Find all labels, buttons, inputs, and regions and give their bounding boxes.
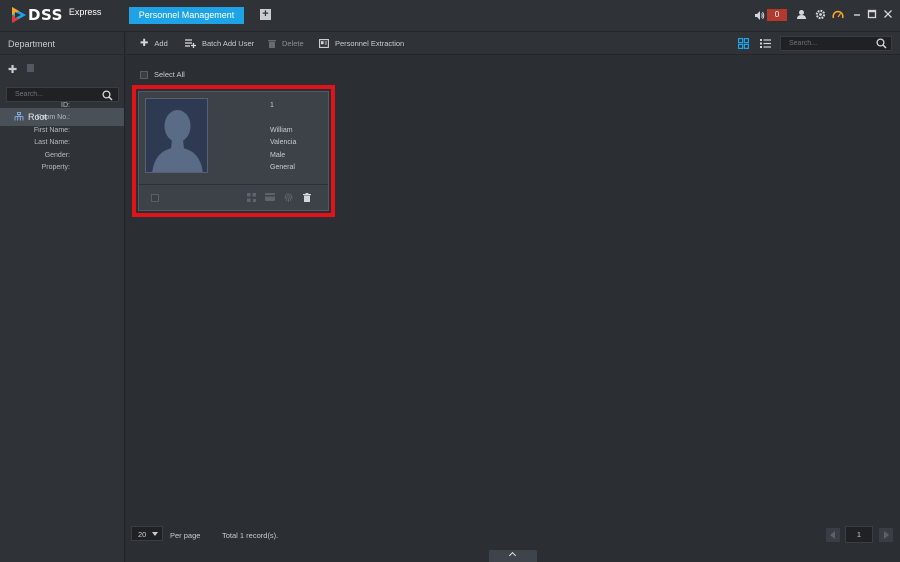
card-checkbox[interactable] [151,194,159,202]
card-footer [139,185,328,210]
field-label: First Name: [33,127,70,134]
speedometer-icon[interactable] [832,9,844,21]
select-all-label: Select All [154,70,185,79]
toolbar: ✚ Add Batch Add User Delete Personnel Ex… [126,32,900,55]
user-icon[interactable] [795,9,807,21]
department-search-input[interactable] [7,88,97,101]
grid-view-icon[interactable] [738,38,749,49]
total-records: Total 1 record(s). [222,531,279,540]
search-icon[interactable] [876,38,887,49]
batch-add-label: Batch Add User [202,39,255,48]
chevron-right-icon [884,531,889,539]
list-view-icon[interactable] [760,38,771,49]
department-title: Department [8,39,56,49]
prev-page-button[interactable] [826,528,840,542]
field-label: Gender: [44,152,70,159]
gear-icon[interactable] [814,9,826,21]
minimize-icon[interactable] [851,9,863,21]
collapse-panel-button[interactable] [489,550,537,562]
add-label: Add [154,39,168,48]
alarm-count-badge: 0 [767,9,787,21]
field-label: ID: [61,102,70,109]
page-size-value: 20 [138,530,147,539]
person-card[interactable]: ID: 1 Room No.: First Name: William Last… [34,91,329,211]
logo-text: DSS [28,6,63,24]
chevron-up-icon [508,551,517,560]
speaker-icon [755,10,765,20]
close-icon[interactable] [882,9,894,21]
personnel-extraction-button[interactable]: Personnel Extraction [319,32,404,55]
next-page-button[interactable] [879,528,893,542]
search-icon[interactable] [102,90,113,101]
delete-department-button[interactable] [27,64,34,72]
card-icon[interactable] [265,193,275,201]
alarm-indicator[interactable]: 0 [754,9,787,21]
avatar [145,98,208,173]
field-value: 1 [270,102,274,109]
personnel-search [780,36,892,51]
trash-icon[interactable] [303,193,311,202]
personnel-extraction-label: Personnel Extraction [335,39,405,48]
field-label: Last Name: [34,139,70,146]
batch-add-icon [185,39,196,48]
qr-code-icon[interactable] [247,193,256,202]
field-value: General [270,164,295,171]
chevron-down-icon [152,532,158,536]
page-number-input[interactable]: 1 [845,526,873,543]
field-label: Property: [41,164,70,171]
id-card-icon [319,39,329,48]
plus-icon: ✚ [140,38,149,49]
select-all-checkbox[interactable] [140,70,148,79]
title-bar: DSS Express Personnel Management + 0 [0,0,900,32]
chevron-left-icon [830,531,835,539]
department-search [6,87,119,102]
per-page-label: Per page [170,531,201,540]
fingerprint-icon[interactable] [284,193,293,203]
logo-subtitle: Express [68,7,102,17]
select-all[interactable]: Select All [140,70,185,79]
maximize-icon[interactable] [866,9,878,21]
divider [0,54,125,55]
delete-button[interactable]: Delete [268,32,304,55]
add-tab-button[interactable]: + [260,9,271,20]
delete-label: Delete [282,39,304,48]
personnel-search-input[interactable] [781,37,866,50]
tab-personnel-management[interactable]: Personnel Management [129,7,244,24]
field-value: Valencia [270,139,297,146]
app-logo: DSS Express [12,6,101,24]
trash-icon [268,40,276,48]
add-department-button[interactable]: ✚ [8,63,17,76]
page-size-select[interactable]: 20 [131,526,163,541]
field-value: William [270,127,293,134]
field-label: Room No.: [36,114,70,121]
department-panel: Department ✚ Root [0,32,125,562]
add-button[interactable]: ✚ Add [140,32,168,55]
batch-add-user-button[interactable]: Batch Add User [185,32,254,55]
person-silhouette-icon [152,110,203,172]
dss-logo-icon [12,7,26,23]
field-value: Male [270,152,286,159]
